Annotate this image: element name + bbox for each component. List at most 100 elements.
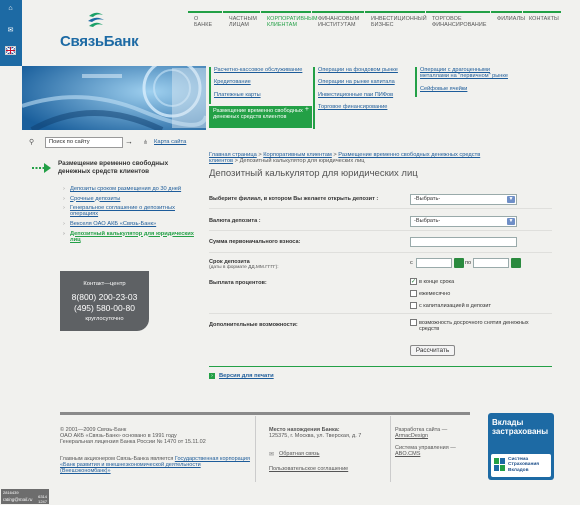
sitemap-icon: ⋔	[143, 140, 149, 146]
payout-monthly-checkbox[interactable]	[410, 290, 417, 297]
dia-text: Система Страхования Вкладов	[508, 457, 540, 473]
dev-link[interactable]: ArmacDesign	[395, 433, 428, 439]
side-toolbar: ⌂ ✉	[0, 0, 22, 66]
home-icon[interactable]: ⌂	[5, 4, 16, 13]
rating-counter[interactable]: 2816439 rating@mail.ru 6314 1247	[1, 489, 49, 504]
calculate-button[interactable]: Рассчитать	[410, 345, 455, 356]
amount-input[interactable]	[410, 237, 517, 247]
divider	[209, 252, 552, 253]
left-menu-link[interactable]: Генеральное соглашение о депозитных опер…	[63, 205, 203, 217]
date-to-input[interactable]	[473, 258, 509, 268]
plus-icon: +	[304, 106, 309, 113]
submenu-link[interactable]: Сейфовые ячейки	[420, 86, 515, 92]
brand-name[interactable]: СвязьБанк	[60, 33, 139, 50]
search-button[interactable]: →	[125, 137, 135, 148]
footer-license: Генеральная лицензия Банка России № 1470…	[60, 439, 206, 445]
nav-item[interactable]: ТОРГОВОЕ ФИНАНСИРОВАНИЕ	[426, 11, 490, 33]
sitemap-link[interactable]: Карта сайта	[154, 139, 186, 145]
submenu-link[interactable]: Расчетно-кассовое обслуживание	[214, 67, 309, 73]
payout-option-label: с капитализацией в депозит	[419, 303, 491, 309]
calendar-icon[interactable]	[454, 258, 464, 268]
page: { "brand": {"name": "СвязьБанк"}, "topna…	[0, 0, 580, 505]
print-version-link[interactable]: Версия для печати	[219, 373, 274, 379]
address: 125375, г. Москва, ул. Тверская, д. 7	[269, 433, 362, 439]
banner-image	[22, 66, 206, 130]
payout-option-label: ежемесячно	[419, 291, 451, 297]
left-menu-link[interactable]: Депозиты сроком размещения до 30 дней	[63, 186, 203, 192]
divider	[209, 313, 552, 314]
divider	[209, 208, 552, 209]
left-menu-current[interactable]: Депозитный калькулятор для юридических л…	[63, 231, 203, 243]
contact-center-box: Контакт—центр 8(800) 200-23-03 (495) 580…	[60, 271, 149, 331]
left-menu-title: Размещение временно свободных денежных с…	[58, 160, 169, 175]
dia-emblem-icon	[494, 458, 505, 471]
branch-select[interactable]: -Выбрать- ▼	[410, 194, 517, 205]
search-input[interactable]: Поиск по сайту	[45, 137, 123, 148]
nav-item[interactable]: ФИЛИАЛЫ	[491, 11, 525, 33]
magnifier-icon: ⚲	[29, 139, 35, 146]
submenu-active-label: Размещение временно свободных денежных с…	[213, 108, 303, 121]
submenu-col1: Расчетно-кассовое обслуживание Кредитова…	[209, 67, 309, 104]
term-from-label: с	[410, 260, 413, 266]
left-menu-link[interactable]: Векселя ОАО АКБ «Связь-Банк»	[63, 221, 203, 227]
breadcrumb-current: Депозитный калькулятор для юридических л…	[239, 158, 365, 165]
page-title: Депозитный калькулятор для юридических л…	[209, 168, 418, 179]
mail-icon[interactable]: ✉	[5, 26, 16, 35]
submenu-active-item[interactable]: Размещение временно свободных денежных с…	[209, 106, 312, 128]
branch-label: Выберите филиал, в котором Вы желаете от…	[209, 196, 379, 202]
feedback-link[interactable]: Обратная связь	[279, 451, 320, 457]
contact-hours: круглосуточно	[85, 316, 124, 322]
contact-phone-2: (495) 580-00-80	[74, 303, 135, 313]
submenu-link[interactable]: Торговое финансирование	[318, 104, 413, 110]
submenu-link[interactable]: Платежные карты	[214, 92, 309, 98]
chevron-down-icon: ▼	[507, 196, 515, 203]
counter-num1: 2816439	[3, 490, 19, 495]
date-from-input[interactable]	[416, 258, 452, 268]
payout-capitalization-checkbox[interactable]	[410, 302, 417, 309]
left-menu-link[interactable]: Срочные депозиты	[63, 196, 203, 202]
submenu-link[interactable]: Кредитование	[214, 79, 309, 85]
payout-option-label: в конце срока	[419, 279, 455, 285]
submenu-col2: Операции на фондовом рынке Операции на р…	[313, 67, 413, 129]
submenu-link[interactable]: Операции с драгоценными металлами на "пе…	[420, 67, 515, 80]
contact-phone-1: 8(800) 200-23-03	[71, 292, 138, 302]
nav-item[interactable]: КОНТАКТЫ	[523, 11, 561, 33]
mail-icon: ✉	[269, 452, 275, 458]
branch-select-value: -Выбрать-	[414, 196, 441, 202]
divider	[209, 230, 552, 231]
amount-label: Сумма первоначального взноса:	[209, 239, 301, 245]
term-to-label: по	[465, 260, 472, 266]
submenu-link[interactable]: Операции на рынке капитала	[318, 79, 413, 85]
footer-separator	[255, 416, 256, 482]
footer-divider	[60, 412, 470, 415]
nav-item[interactable]: ИНВЕСТИЦИОННЫЙ БИЗНЕС	[365, 11, 427, 33]
counter-num3: 1247	[38, 499, 47, 504]
contact-title: Контакт—центр	[83, 281, 126, 287]
payout-end-checkbox[interactable]: ✓	[410, 278, 417, 285]
submenu-link[interactable]: Инвестиционные паи ПИФов	[318, 92, 413, 98]
calendar-icon[interactable]	[511, 258, 521, 268]
english-flag-icon[interactable]	[5, 46, 16, 55]
dia-logo: Система Страхования Вкладов	[491, 454, 551, 477]
footer-separator	[390, 416, 391, 482]
agreement-link[interactable]: Пользовательское соглашение	[269, 466, 348, 472]
extra-label: Дополнительные возможности:	[209, 322, 298, 328]
submenu-link[interactable]: Операции на фондовом рынке	[318, 67, 413, 73]
deposit-insurance-badge[interactable]: Вклады застрахованы Система Страхования …	[488, 413, 554, 480]
logo-icon[interactable]	[84, 10, 108, 32]
term-hint: (даты в формате ДД.ММ.ГГГГ):	[209, 265, 279, 270]
green-arrow-icon	[32, 161, 52, 179]
left-menu: Депозиты сроком размещения до 30 дней Сро…	[63, 186, 203, 246]
breadcrumb: Главная страница > Корпоративным клиента…	[209, 152, 481, 165]
footer-shareholder: Главным акционером Связь-Банка является …	[60, 456, 250, 475]
currency-select[interactable]: -Выбрать- ▼	[410, 216, 517, 227]
early-withdrawal-checkbox[interactable]	[410, 319, 417, 326]
chevron-down-icon: ▼	[507, 218, 515, 225]
submenu-col3: Операции с драгоценными металлами на "пе…	[415, 67, 515, 97]
nav-item[interactable]: ЧАСТНЫМ ЛИЦАМ	[223, 11, 260, 33]
cms-link[interactable]: ABO.CMS	[395, 451, 420, 457]
nav-item[interactable]: КОРПОРАТИВНЫМ КЛИЕНТАМ	[261, 11, 317, 33]
nav-item[interactable]: О БАНКЕ	[188, 11, 222, 33]
nav-item[interactable]: ФИНАНСОВЫМ ИНСТИТУТАМ	[312, 11, 364, 33]
currency-select-value: -Выбрать-	[414, 218, 441, 224]
